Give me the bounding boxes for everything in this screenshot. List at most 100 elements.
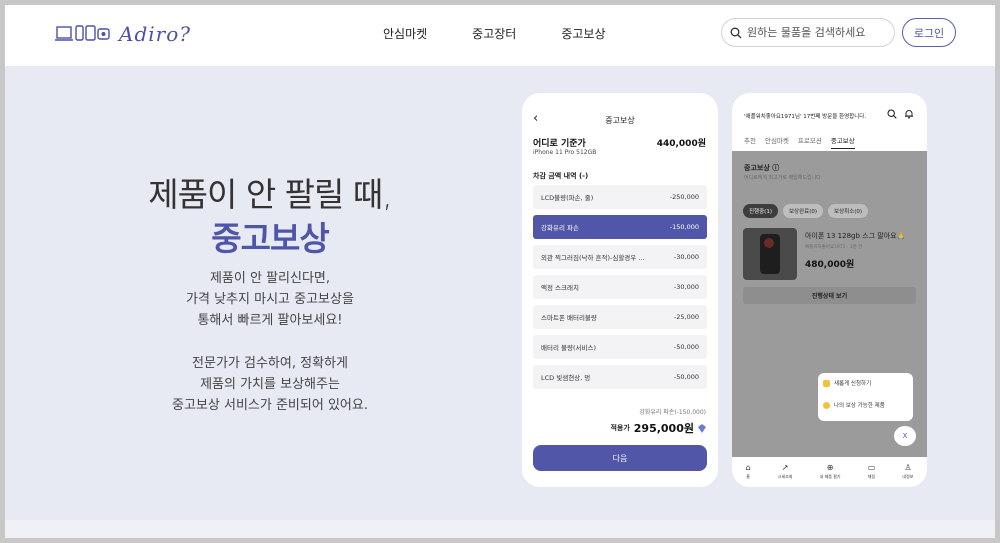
home-icon: ⌂ <box>745 463 751 472</box>
base-price: 440,000원 <box>656 139 706 149</box>
deduction-amount: -50,000 <box>673 373 699 381</box>
next-button[interactable]: 다음 <box>533 445 707 471</box>
desc-line: 제품의 가치를 보상해주는 <box>200 377 340 392</box>
search-box[interactable] <box>721 18 895 47</box>
top-header: Adiro? 안심마켓 중고장터 중고보상 로그인 <box>5 5 995 66</box>
nav-safe-market[interactable]: 안심마켓 <box>383 25 427 42</box>
hero-description-1: 제품이 안 팔리신다면, 가격 낮추지 마시고 중고보상을 통해서 빠르게 팔아… <box>5 268 535 331</box>
tabbar-chat[interactable]: ▭ 채팅 <box>868 464 876 480</box>
tabbar-label: 홈 <box>746 474 750 479</box>
total-label: 적용가 <box>610 424 630 432</box>
search-input[interactable] <box>747 26 887 39</box>
hero-description-2: 전문가가 검수하여, 정확하게 제품의 가치를 보상해주는 중고보상 서비스가 … <box>5 353 535 416</box>
deduction-label: LCD불량(파손, 줄) <box>541 194 594 202</box>
menu-my-eligible-products[interactable]: 나의 보상 가능한 제품 <box>823 401 908 409</box>
tabbar-label: 내정보 <box>902 474 914 479</box>
tab-safe-market[interactable]: 안심마켓 <box>765 135 789 149</box>
phone-mockup-trade-in-list: '애플워치좋아요1971님' 17번째 방문을 환영합니다. 추천 안심마켓 프… <box>732 93 927 487</box>
tab-recommend[interactable]: 추천 <box>744 135 756 149</box>
deduction-amount: -30,000 <box>673 283 699 291</box>
deduction-item[interactable]: 액정 스크래치 -30,000 <box>533 275 707 299</box>
login-button[interactable]: 로그인 <box>902 18 956 47</box>
coin-icon <box>823 401 830 409</box>
search-icon[interactable] <box>887 109 897 119</box>
desc-line: 제품이 안 팔리신다면, <box>209 271 331 286</box>
desc-line: 가격 낮추지 마시고 중고보상을 <box>186 292 354 307</box>
logo[interactable]: Adiro? <box>55 22 191 46</box>
deduction-item[interactable]: 외관 찍그러짐(낙하 흔적)-심할경우 ... -30,000 <box>533 245 707 269</box>
product-price: 480,000원 <box>805 260 855 270</box>
deduction-item[interactable]: LCD불량(파손, 줄) -250,000 <box>533 185 707 209</box>
total-value: 295,000원 <box>633 422 694 435</box>
nav-trade-in[interactable]: 중고보상 <box>561 25 605 42</box>
tabbar-label: 시세조회 <box>777 474 793 479</box>
tabbar-my-info[interactable]: ♙ 내정보 <box>902 464 913 480</box>
deduction-amount: -25,000 <box>673 313 699 321</box>
logo-text: Adiro? <box>119 22 191 46</box>
deduction-amount: -30,000 <box>673 253 699 261</box>
camera-shape <box>764 238 774 248</box>
menu-label: 새롭게 신청하기 <box>834 381 872 387</box>
deduction-list: LCD불량(파손, 줄) -250,000 강화유리 파손 -150,000 외… <box>533 185 707 395</box>
desc-line: 중고보상 서비스가 준비되어 있어요. <box>172 398 368 413</box>
phone2-header: '애플워치좋아요1971님' 17번째 방문을 환영합니다. 추천 안심마켓 프… <box>732 93 927 151</box>
product-model: iPhone 11 Pro 512GB <box>533 149 597 156</box>
product-image <box>743 228 797 280</box>
section-subtitle: 어디로에게 최고가로 매입해드립니다. <box>744 175 823 181</box>
close-fab-button[interactable]: X <box>894 426 916 446</box>
deduction-label: 배터리 불량(서비스) <box>541 344 596 352</box>
tab-trade-in[interactable]: 중고보상 <box>830 135 855 149</box>
chip-completed[interactable]: 보상완료(0) <box>782 204 824 218</box>
plus-circle-icon: ⊕ <box>826 463 834 472</box>
menu-label: 나의 보상 가능한 제품 <box>834 403 885 409</box>
tab-promotion[interactable]: 프로모션 <box>798 135 822 149</box>
deduction-amount: -150,000 <box>669 223 699 231</box>
deduction-amount: -250,000 <box>669 193 699 201</box>
tabbar-sell[interactable]: ⊕ 내 제품 팔기 <box>820 464 841 480</box>
tabbar-home[interactable]: ⌂ 홈 <box>746 464 751 480</box>
deduction-section-label: 차감 금액 내역 (-) <box>533 172 589 180</box>
devices-logo-icon <box>55 25 110 41</box>
deduction-label: LCD 빛샘현상, 멍 <box>541 374 591 382</box>
deduction-item[interactable]: 스마트폰 배터리불량 -25,000 <box>533 305 707 329</box>
chart-icon: ↗ <box>781 463 789 472</box>
deduction-label: 액정 스크래치 <box>541 284 579 292</box>
tabbar-label: 내 제품 팔기 <box>819 474 841 479</box>
chat-icon: ▭ <box>867 463 876 472</box>
welcome-text: '애플워치좋아요1971님' 17번째 방문을 환영합니다. <box>744 114 867 120</box>
fab-menu: 새롭게 신청하기 나의 보상 가능한 제품 <box>818 373 913 421</box>
deduction-item[interactable]: LCD 빛샘현상, 멍 -50,000 <box>533 365 707 389</box>
desc-line: 전문가가 검수하여, 정확하게 <box>192 356 348 371</box>
chip-in-progress[interactable]: 진행중(1) <box>743 204 778 218</box>
phone-mockup-trade-in-detail: ‹ 중고보상 어디로 기준가 iPhone 11 Pro 512GB 440,0… <box>522 93 718 487</box>
bell-icon[interactable] <box>904 109 914 119</box>
status-chips: 진행중(1) 보상완료(0) 보상취소(0) <box>743 204 869 218</box>
menu-new-request[interactable]: 새롭게 신청하기 <box>823 379 908 387</box>
deduction-item[interactable]: 배터리 불량(서비스) -50,000 <box>533 335 707 359</box>
phone2-tabs: 추천 안심마켓 프로모션 중고보상 <box>744 135 855 149</box>
deduction-item-selected[interactable]: 강화유리 파손 -150,000 <box>533 215 707 239</box>
product-card[interactable]: 아이폰 13 128gb 스그 팔아요🙏 애플워치좋아요1971 · 1분 전 … <box>743 228 905 280</box>
product-meta: 애플워치좋아요1971 · 1분 전 <box>805 245 863 250</box>
nav-used-market[interactable]: 중고장터 <box>472 25 516 42</box>
phone2-dimmed-body: 중고보상 ⓘ 어디로에게 최고가로 매입해드립니다. 진행중(1) 보상완료(0… <box>732 151 927 457</box>
view-status-button[interactable]: 진행상태 보기 <box>743 287 916 304</box>
total-row: 적용가 295,000원 <box>610 420 706 436</box>
deduction-label: 스마트폰 배터리불량 <box>541 314 597 322</box>
page-frame: Adiro? 안심마켓 중고장터 중고보상 로그인 제품이 안 팔릴 때, 중고… <box>5 5 995 538</box>
product-name: 어디로 기준가 <box>533 139 586 149</box>
phone1-title: 중고보상 <box>605 116 635 125</box>
search-icon <box>730 27 742 38</box>
tabbar-price-check[interactable]: ↗ 시세조회 <box>778 464 793 480</box>
user-icon: ♙ <box>904 463 912 472</box>
product-info: 아이폰 13 128gb 스그 팔아요🙏 애플워치좋아요1971 · 1분 전 … <box>805 228 905 280</box>
applied-note: 강화유리 파손(-150,000) <box>639 409 706 416</box>
chip-cancelled[interactable]: 보상취소(0) <box>828 204 869 218</box>
desc-line: 통해서 빠르게 팔아보세요! <box>197 313 343 328</box>
deduction-label: 강화유리 파손 <box>541 224 579 232</box>
main-nav: 안심마켓 중고장터 중고보상 <box>383 25 606 42</box>
hero-title-line2: 중고보상 <box>211 219 329 258</box>
deduction-amount: -50,000 <box>673 343 699 351</box>
tabbar-label: 채팅 <box>867 474 876 479</box>
deduction-label: 외관 찍그러짐(낙하 흔적)-심할경우 ... <box>541 254 645 262</box>
